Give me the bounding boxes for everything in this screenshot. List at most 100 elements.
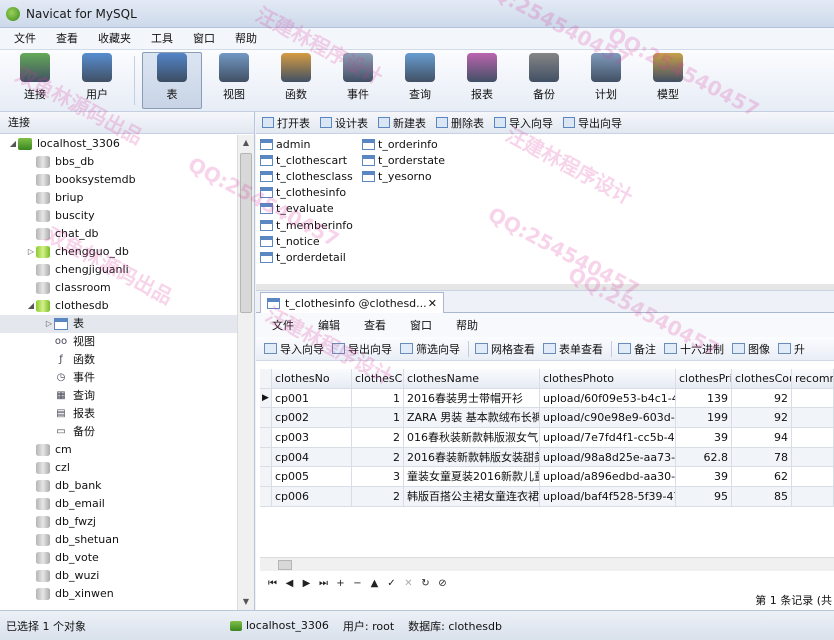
table-row[interactable]: cp003 2 016春秋装新款韩版淑女气 upload/7e7fd4f1-cc5b-… bbox=[260, 428, 834, 448]
tab-clothesinfo[interactable]: t_clothesinfo @clothesd... ✕ bbox=[260, 292, 444, 313]
table-row[interactable]: ▶ cp001 1 2016春装男士带帽开衫 upload/60f09e53-b4c1-… bbox=[260, 388, 834, 409]
menu-window[interactable]: 窗口 bbox=[183, 28, 225, 50]
grid-scroll-thumb[interactable] bbox=[278, 560, 292, 570]
expand-arrow-icon[interactable]: ▷ bbox=[44, 315, 54, 333]
tree-node[interactable]: db_shetuan bbox=[0, 531, 238, 549]
table-list-item[interactable]: t_memberinfo bbox=[256, 217, 353, 233]
toolbar-button-event[interactable]: 事件 bbox=[328, 52, 388, 109]
editor-toolbar-button[interactable]: 表单查看 bbox=[543, 341, 603, 357]
table-list-item[interactable]: t_yesorno bbox=[358, 168, 445, 184]
grid-cell[interactable]: cp006 bbox=[272, 487, 352, 507]
column-header[interactable]: clothesCla bbox=[352, 369, 404, 389]
tree-scrollbar[interactable]: ▲ ▼ bbox=[237, 135, 254, 610]
column-header[interactable]: clothesPri bbox=[676, 369, 732, 389]
grid-cell[interactable]: 2 bbox=[352, 487, 404, 507]
tree-node[interactable]: oo 视图 bbox=[0, 333, 238, 351]
grid-cell[interactable]: upload/60f09e53-b4c1-4 bbox=[540, 388, 676, 409]
grid-cell[interactable]: upload/c90e98e9-603d-4 bbox=[540, 408, 676, 429]
tree-node[interactable]: ◢ clothesdb bbox=[0, 297, 238, 315]
tree-node[interactable]: db_vote bbox=[0, 549, 238, 567]
table-list-item[interactable]: t_evaluate bbox=[256, 201, 353, 217]
column-header[interactable]: clothesPhoto bbox=[540, 369, 676, 389]
grid-cell[interactable]: cp003 bbox=[272, 428, 352, 448]
toolbar-button-function[interactable]: 函数 bbox=[266, 52, 326, 109]
tree-node[interactable]: ◷ 事件 bbox=[0, 369, 238, 387]
editor-menu-item[interactable]: 帮助 bbox=[444, 317, 490, 333]
prev-record-icon[interactable]: ◀ bbox=[283, 578, 296, 589]
tree-node[interactable]: ▷ 表 bbox=[0, 315, 238, 333]
last-record-icon[interactable]: ⏭ bbox=[317, 578, 330, 589]
column-header[interactable]: clothesCou bbox=[732, 369, 792, 389]
toolbar-button-model[interactable]: 模型 bbox=[638, 52, 698, 109]
editor-menu-item[interactable]: 查看 bbox=[352, 317, 398, 333]
grid-cell[interactable]: upload/baf4f528-5f39-47 bbox=[540, 487, 676, 507]
grid-cell[interactable]: 92 bbox=[732, 388, 792, 409]
column-header[interactable]: clothesName bbox=[404, 369, 540, 389]
grid-cell[interactable]: cp001 bbox=[272, 388, 352, 409]
tree-node[interactable]: ƒ 函数 bbox=[0, 351, 238, 369]
add-record-icon[interactable]: + bbox=[334, 578, 347, 589]
object-toolbar-button[interactable]: 删除表 bbox=[436, 115, 484, 131]
grid-cell[interactable]: 92 bbox=[732, 408, 792, 429]
table-row[interactable]: cp002 1 ZARA 男装 基本款绒布长裤 upload/c90e98e9-603… bbox=[260, 408, 834, 429]
tree-node[interactable]: chat_db bbox=[0, 225, 238, 243]
tree-node[interactable]: ▤ 报表 bbox=[0, 405, 238, 423]
tree-node[interactable]: buscity bbox=[0, 207, 238, 225]
column-header[interactable]: recomm bbox=[792, 369, 834, 389]
menu-file[interactable]: 文件 bbox=[4, 28, 46, 50]
object-toolbar-button[interactable]: 新建表 bbox=[378, 115, 426, 131]
editor-toolbar-button[interactable]: 导出向导 bbox=[332, 341, 392, 357]
tree-node[interactable]: db_bank bbox=[0, 477, 238, 495]
menu-tools[interactable]: 工具 bbox=[141, 28, 183, 50]
grid-cell[interactable]: 1 bbox=[352, 388, 404, 409]
object-toolbar-button[interactable]: 设计表 bbox=[320, 115, 368, 131]
grid-cell[interactable]: 3 bbox=[352, 467, 404, 488]
grid-cell[interactable]: 199 bbox=[676, 408, 732, 429]
table-list-item[interactable]: t_clothesinfo bbox=[256, 185, 353, 201]
tree-node[interactable]: db_email bbox=[0, 495, 238, 513]
expand-arrow-icon[interactable]: ◢ bbox=[8, 135, 18, 153]
object-toolbar-button[interactable]: 导入向导 bbox=[494, 115, 553, 131]
table-list-item[interactable]: t_clothescart bbox=[256, 152, 353, 168]
grid-cell[interactable]: 韩版百搭公主裙女童连衣裙 bbox=[404, 487, 540, 507]
grid-cell[interactable]: upload/a896edbd-aa30-4 bbox=[540, 467, 676, 488]
grid-cell[interactable]: 85 bbox=[732, 487, 792, 507]
grid-cell[interactable] bbox=[792, 447, 834, 468]
toolbar-button-table[interactable]: 表 bbox=[142, 52, 202, 109]
grid-cell[interactable]: 016春秋装新款韩版淑女气 bbox=[404, 428, 540, 448]
grid-cell[interactable]: 39 bbox=[676, 467, 732, 488]
table-list-item[interactable]: t_orderstate bbox=[358, 152, 445, 168]
table-list-item[interactable]: t_clothesclass bbox=[256, 168, 353, 184]
grid-cell[interactable]: upload/7e7fd4f1-cc5b-4e bbox=[540, 428, 676, 448]
editor-toolbar-button[interactable]: 导入向导 bbox=[264, 341, 324, 357]
grid-cell[interactable] bbox=[792, 487, 834, 507]
grid-cell[interactable]: cp005 bbox=[272, 467, 352, 488]
grid-cell[interactable]: 62 bbox=[732, 467, 792, 488]
editor-toolbar-button[interactable]: 筛选向导 bbox=[400, 341, 460, 357]
grid-cell[interactable]: 139 bbox=[676, 388, 732, 409]
menu-favorites[interactable]: 收藏夹 bbox=[88, 28, 141, 50]
grid-cell[interactable]: 2016春装新款韩版女装甜美 bbox=[404, 447, 540, 468]
editor-menu-item[interactable]: 窗口 bbox=[398, 317, 444, 333]
editor-toolbar-button[interactable]: 升 bbox=[778, 341, 805, 357]
grid-cell[interactable]: cp002 bbox=[272, 408, 352, 429]
delete-record-icon[interactable]: − bbox=[351, 578, 364, 589]
expand-arrow-icon[interactable]: ▷ bbox=[26, 243, 36, 261]
grid-cell[interactable]: 2 bbox=[352, 447, 404, 468]
tree-node[interactable]: db_wuzi bbox=[0, 567, 238, 585]
grid-cell[interactable]: 62.8 bbox=[676, 447, 732, 468]
grid-cell[interactable]: 2 bbox=[352, 428, 404, 448]
grid-cell[interactable] bbox=[792, 388, 834, 409]
tree-node[interactable]: ▭ 备份 bbox=[0, 423, 238, 441]
grid-cell[interactable]: cp004 bbox=[272, 447, 352, 468]
table-list-item[interactable]: t_orderinfo bbox=[358, 136, 445, 152]
scroll-up-icon[interactable]: ▲ bbox=[238, 135, 254, 151]
grid-cell[interactable]: 95 bbox=[676, 487, 732, 507]
grid-hscrollbar[interactable] bbox=[260, 557, 834, 571]
grid-cell[interactable] bbox=[792, 428, 834, 448]
toolbar-button-schedule[interactable]: 计划 bbox=[576, 52, 636, 109]
table-list-item[interactable]: t_orderdetail bbox=[256, 249, 353, 265]
table-row[interactable]: cp005 3 童装女童夏装2016新款儿童 upload/a896edbd-aa30… bbox=[260, 467, 834, 488]
grid-cell[interactable]: 2016春装男士带帽开衫 bbox=[404, 388, 540, 409]
scroll-down-icon[interactable]: ▼ bbox=[238, 594, 254, 610]
